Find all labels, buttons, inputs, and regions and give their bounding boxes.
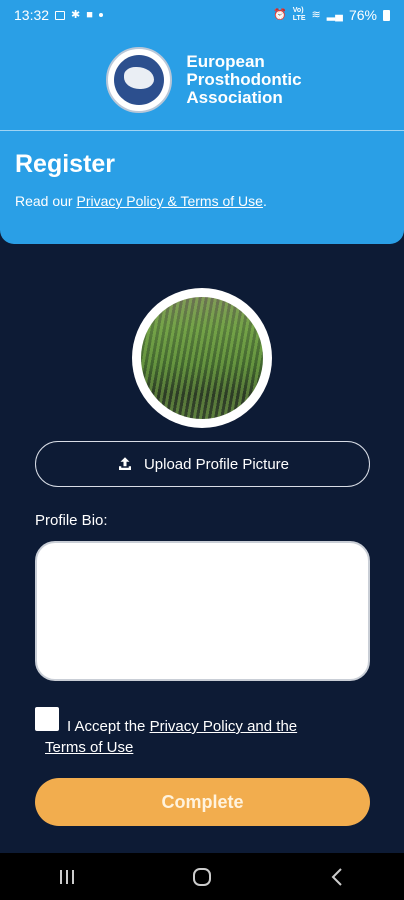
header-divider bbox=[0, 130, 404, 131]
alarm-icon: ⏰ bbox=[273, 8, 287, 21]
upload-profile-picture-button[interactable]: Upload Profile Picture bbox=[35, 441, 370, 487]
profile-bio-input[interactable] bbox=[35, 541, 370, 681]
logo-text: European Prosthodontic Association bbox=[186, 53, 301, 107]
back-icon bbox=[331, 867, 342, 886]
message-icon: ■ bbox=[86, 8, 93, 21]
battery-icon bbox=[383, 9, 390, 21]
status-bar: 13:32 ✱ ■ ⏰ Vo) LTE ≋ ▂▄ 76% bbox=[0, 0, 404, 30]
association-seal-icon bbox=[106, 47, 173, 113]
wifi-icon: ≋ bbox=[311, 8, 321, 21]
notification-icon: ✱ bbox=[71, 8, 81, 21]
home-button[interactable] bbox=[172, 857, 232, 897]
register-header: European Prosthodontic Association Regis… bbox=[0, 30, 404, 244]
profile-bio-label: Profile Bio: bbox=[35, 512, 108, 529]
profile-photo bbox=[141, 297, 263, 419]
complete-button[interactable]: Complete bbox=[35, 778, 370, 826]
page-title: Register bbox=[15, 150, 116, 178]
logo-line-1: European bbox=[186, 52, 265, 71]
accept-terms-checkbox[interactable] bbox=[35, 707, 59, 731]
battery-percent: 76% bbox=[348, 7, 377, 23]
logo: European Prosthodontic Association bbox=[0, 30, 404, 130]
signal-icon: ▂▄ bbox=[326, 8, 343, 21]
logo-line-2: Prosthodontic bbox=[186, 70, 302, 89]
profile-picture[interactable] bbox=[132, 288, 272, 428]
upload-label: Upload Profile Picture bbox=[143, 455, 290, 473]
recent-apps-button[interactable] bbox=[37, 857, 97, 897]
system-nav-bar bbox=[0, 853, 404, 900]
home-icon bbox=[192, 867, 211, 886]
policy-prefix: Read our bbox=[15, 193, 77, 209]
accept-prefix: I Accept the bbox=[67, 718, 150, 735]
policy-suffix: . bbox=[262, 193, 267, 209]
upload-icon bbox=[118, 457, 131, 470]
image-icon bbox=[55, 10, 66, 20]
volte-icon: Vo) LTE bbox=[292, 7, 306, 22]
accept-terms-line-2: Terms of Use bbox=[45, 736, 345, 760]
logo-line-3: Association bbox=[186, 88, 283, 107]
privacy-policy-terms-link[interactable]: Privacy Policy and the bbox=[150, 718, 298, 735]
recent-apps-icon bbox=[60, 869, 75, 884]
policy-line: Read our Privacy Policy & Terms of Use. bbox=[15, 193, 267, 209]
terms-of-use-link[interactable]: Terms of Use bbox=[45, 739, 133, 756]
status-time: 13:32 bbox=[14, 7, 50, 23]
dot-icon bbox=[98, 13, 103, 17]
privacy-policy-link[interactable]: Privacy Policy & Terms of Use bbox=[76, 193, 262, 209]
back-button[interactable] bbox=[307, 857, 367, 897]
